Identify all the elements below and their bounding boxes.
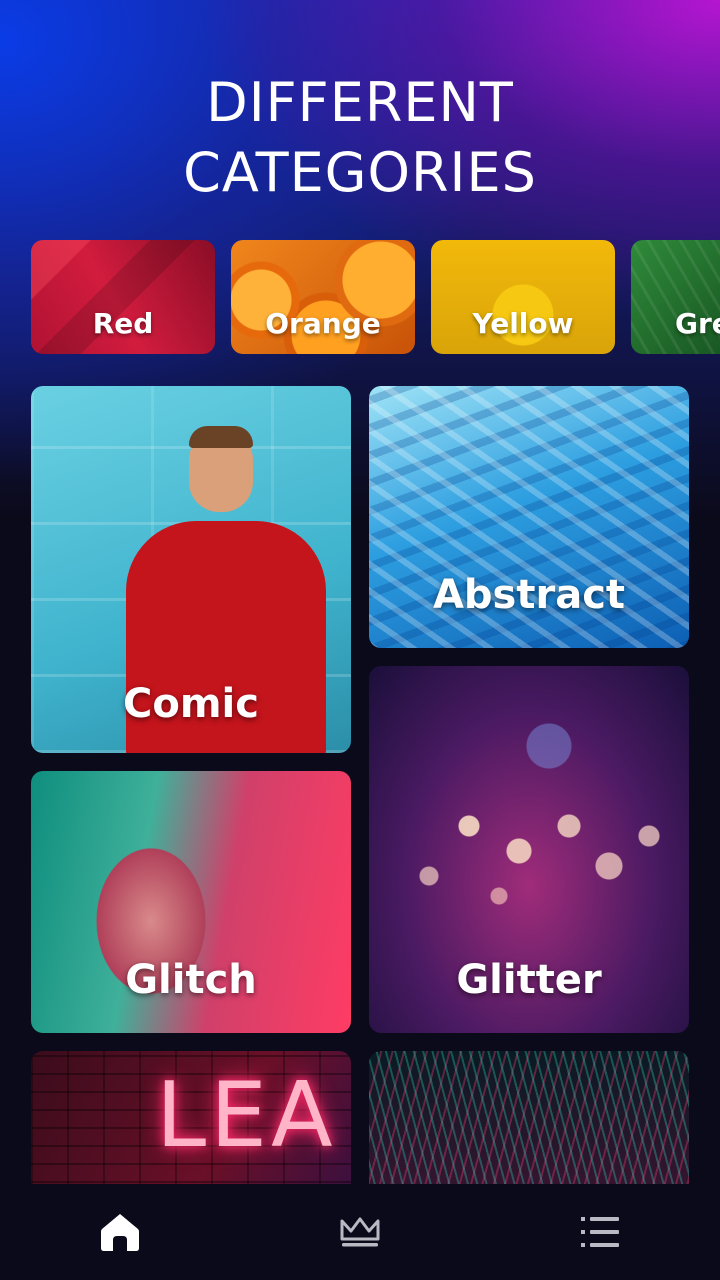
nav-item-home[interactable]	[0, 1184, 240, 1280]
home-icon	[101, 1214, 139, 1251]
page-title: DIFFERENT CATEGORIES	[0, 68, 720, 208]
crown-icon	[340, 1217, 380, 1247]
category-card-glitter[interactable]: Glitter	[369, 666, 689, 1033]
category-card-label: Comic	[123, 681, 259, 727]
category-card-feather[interactable]	[369, 1051, 689, 1201]
color-chip-green[interactable]: Gre	[631, 240, 720, 354]
category-card-label: Abstract	[432, 572, 626, 618]
category-card-label: Glitch	[125, 957, 257, 1003]
color-chip-orange[interactable]: Orange	[231, 240, 415, 354]
color-chip-carousel[interactable]: Red Orange Yellow Gre	[0, 240, 720, 356]
comic-person-hair	[189, 426, 253, 448]
category-card-neon[interactable]: LEA	[31, 1051, 351, 1201]
page-title-line-2: CATEGORIES	[183, 141, 537, 204]
color-chip-label: Orange	[265, 307, 381, 340]
category-card-abstract[interactable]: Abstract	[369, 386, 689, 648]
color-chip-red[interactable]: Red	[31, 240, 215, 354]
color-chip-label: Yellow	[472, 307, 574, 340]
bottom-navigation-bar	[0, 1184, 720, 1280]
page-title-line-1: DIFFERENT	[206, 71, 514, 134]
category-card-label: Glitter	[456, 957, 602, 1003]
category-card-comic[interactable]: Comic	[31, 386, 351, 753]
category-card-glitch[interactable]: Glitch	[31, 771, 351, 1033]
nav-item-premium[interactable]	[240, 1184, 480, 1280]
neon-sign-text: LEA	[156, 1063, 337, 1168]
color-chip-label: Gre	[675, 307, 720, 340]
color-chip-label: Red	[92, 307, 154, 340]
color-chip-yellow[interactable]: Yellow	[431, 240, 615, 354]
nav-item-list[interactable]	[480, 1184, 720, 1280]
list-icon	[581, 1217, 619, 1247]
